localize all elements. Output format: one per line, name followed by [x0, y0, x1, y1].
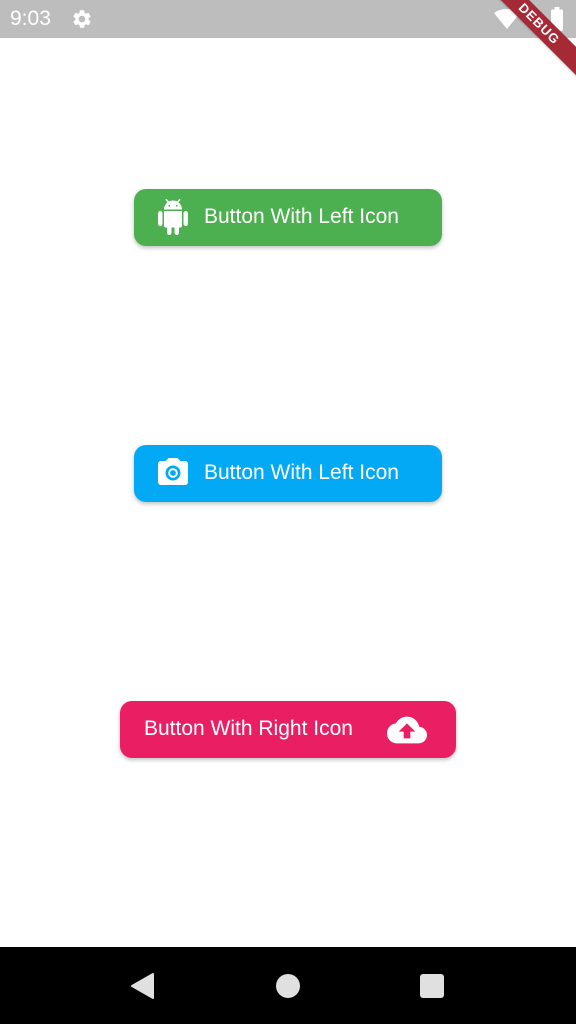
android-left-icon-button[interactable]: Button With Left Icon — [134, 189, 442, 246]
status-bar: 9:03 — [0, 0, 576, 38]
recents-square-icon[interactable] — [420, 974, 444, 998]
button-label: Button With Left Icon — [204, 205, 399, 228]
status-time: 9:03 — [10, 7, 51, 30]
camera-icon — [158, 458, 188, 485]
camera-left-icon-button[interactable]: Button With Left Icon — [134, 445, 442, 502]
gear-icon — [73, 10, 91, 28]
cloud-upload-icon — [387, 716, 427, 744]
cloud-upload-right-icon-button[interactable]: Button With Right Icon — [120, 701, 456, 758]
back-triangle-icon[interactable] — [129, 972, 155, 1000]
button-label: Button With Right Icon — [144, 717, 353, 740]
app-screen: 9:03 DEBUG Button With Left Icon Button … — [0, 0, 576, 1024]
home-circle-icon[interactable] — [276, 974, 300, 998]
navigation-bar — [0, 947, 576, 1024]
android-icon — [158, 199, 188, 235]
button-label: Button With Left Icon — [204, 461, 399, 484]
